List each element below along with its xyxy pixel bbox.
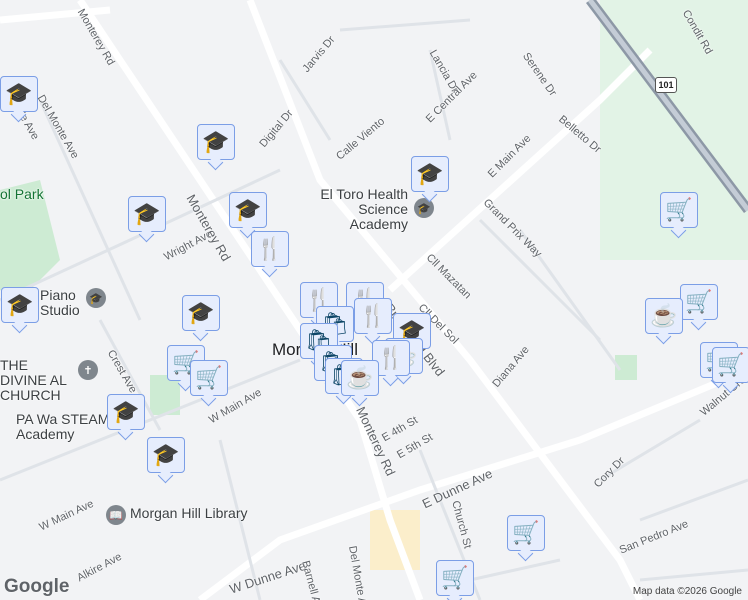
graduation-cap-icon[interactable]: 🎓 — [147, 437, 185, 473]
park-label[interactable]: ol Park — [0, 187, 44, 202]
graduation-cap-icon[interactable]: 🎓 — [0, 76, 38, 112]
shopping-cart-icon[interactable]: 🛒 — [436, 560, 474, 596]
poi-label[interactable]: THE DIVINE AL CHURCH — [0, 358, 74, 403]
poi-label[interactable]: Morgan Hill Library — [130, 506, 247, 521]
shopping-cart-icon[interactable]: 🛒 — [190, 360, 228, 396]
fork-knife-icon[interactable]: 🍴 — [354, 298, 392, 334]
graduation-cap-icon[interactable]: 🎓 — [128, 196, 166, 232]
coffee-cup-icon[interactable]: ☕ — [645, 298, 683, 334]
church-icon[interactable]: ✝ — [78, 360, 98, 380]
coffee-cup-icon[interactable]: ☕ — [341, 360, 379, 396]
poi-label[interactable]: Piano Studio — [40, 288, 80, 318]
graduation-cap-icon[interactable]: 🎓 — [182, 295, 220, 331]
poi-label[interactable]: El Toro Health Science Academy — [308, 187, 408, 232]
library-icon[interactable]: 📖 — [106, 505, 126, 525]
school-icon[interactable]: 🎓 — [86, 288, 106, 308]
poi-label[interactable]: PA Wa STEAM Academy — [16, 412, 120, 442]
highway-101-shield: 101 — [655, 77, 677, 93]
graduation-cap-icon[interactable]: 🎓 — [197, 124, 235, 160]
graduation-cap-icon[interactable]: 🎓 — [229, 192, 267, 228]
map-canvas[interactable]: 101 Monterey Rd Jarvis Dr Lancia Dr Cond… — [0, 0, 748, 600]
graduation-cap-icon[interactable]: 🎓 — [107, 394, 145, 430]
graduation-cap-icon[interactable]: 🎓 — [1, 287, 39, 323]
graduation-cap-icon[interactable]: 🎓 — [411, 156, 449, 192]
fork-knife-icon[interactable]: 🍴 — [251, 231, 289, 267]
shopping-cart-icon[interactable]: 🛒 — [680, 284, 718, 320]
map-attribution[interactable]: Map data ©2026 Google — [633, 586, 742, 597]
google-logo[interactable]: Google — [4, 576, 69, 598]
shopping-cart-icon[interactable]: 🛒 — [712, 347, 748, 383]
school-icon[interactable]: 🎓 — [414, 198, 434, 218]
shopping-cart-icon[interactable]: 🛒 — [507, 515, 545, 551]
shopping-cart-icon[interactable]: 🛒 — [660, 192, 698, 228]
